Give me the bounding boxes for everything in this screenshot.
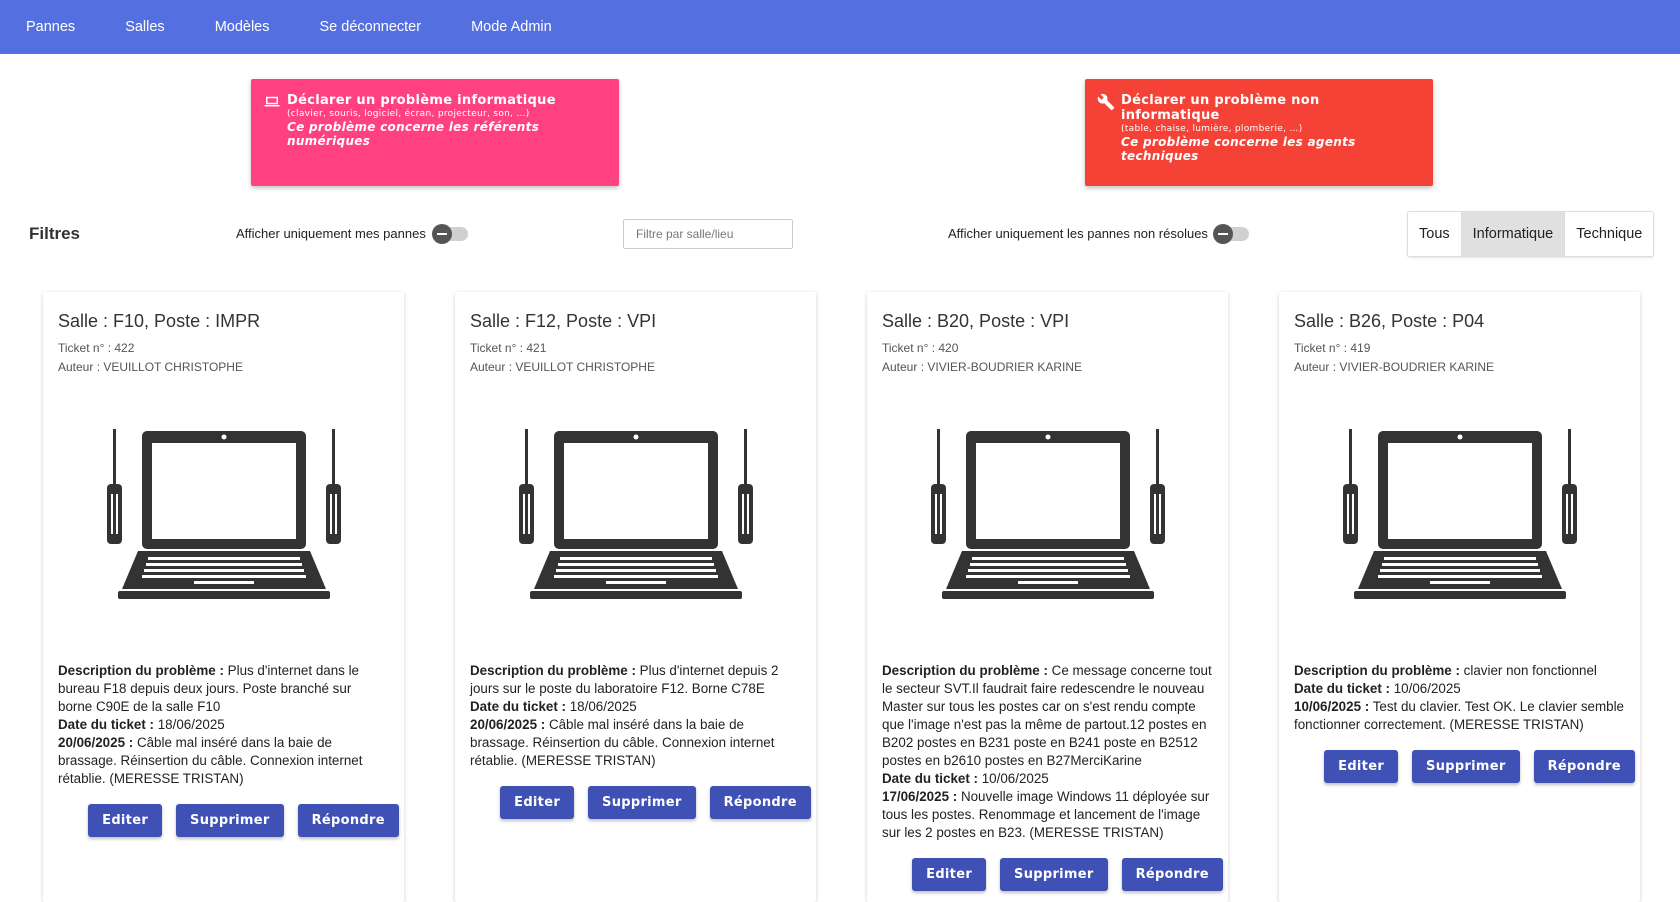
ticket-details: Description du problème : clavier non fo… [1294,662,1625,734]
ticket-meta: Ticket n° : 419 Auteur : VIVIER-BOUDRIER… [1294,339,1625,377]
ticket-author: Auteur : VEUILLOT CHRISTOPHE [58,360,243,374]
ticket-author: Auteur : VIVIER-BOUDRIER KARINE [1294,360,1495,374]
category-technical-button[interactable]: Technique [1565,212,1654,256]
date-label: Date du ticket : [58,717,154,732]
declare-tech-note: Ce problème concerne les agents techniqu… [1121,135,1356,163]
ticket-number: Ticket n° : 419 [1294,341,1371,355]
nav-modeles[interactable]: Modèles [215,19,270,35]
delete-button[interactable]: Supprimer [176,804,284,837]
reply-button[interactable]: Répondre [709,786,811,819]
ticket-actions: Editer Supprimer Répondre [470,786,811,819]
ticket-card: Salle : B26, Poste : P04 Ticket n° : 419… [1279,292,1640,902]
ticket-actions: Editer Supprimer Répondre [58,804,399,837]
ticket-details: Description du problème : Ce message con… [882,662,1213,842]
top-navbar: Pannes Salles Modèles Se déconnecter Mod… [0,0,1680,54]
edit-button[interactable]: Editer [1324,750,1399,783]
ticket-author: Auteur : VEUILLOT CHRISTOPHE [470,360,655,374]
ticket-meta: Ticket n° : 421 Auteur : VEUILLOT CHRIST… [470,339,801,377]
edit-button[interactable]: Editer [912,858,987,891]
ticket-description: Ce message concerne tout le secteur SVT.… [882,663,1212,768]
declare-tech-title: Déclarer un problème non informatique [1121,93,1320,123]
ticket-meta: Ticket n° : 422 Auteur : VEUILLOT CHRIST… [58,339,389,377]
delete-button[interactable]: Supprimer [588,786,696,819]
ticket-card: Salle : F12, Poste : VPI Ticket n° : 421… [455,292,816,902]
ticket-date: 10/06/2025 [981,771,1049,786]
filters-heading: Filtres [29,224,81,243]
ticket-author: Auteur : VIVIER-BOUDRIER KARINE [882,360,1083,374]
ticket-number: Ticket n° : 421 [470,341,547,355]
ticket-actions: Editer Supprimer Répondre [882,858,1223,891]
ticket-title: Salle : F10, Poste : IMPR [58,311,261,331]
ticket-details: Description du problème : Plus d'interne… [470,662,801,770]
delete-button[interactable]: Supprimer [1412,750,1520,783]
ticket-date: 10/06/2025 [1393,681,1461,696]
description-label: Description du problème : [58,663,224,678]
nav-logout[interactable]: Se déconnecter [320,19,422,35]
laptop-repair-icon [1340,429,1580,609]
date-label: Date du ticket : [470,699,566,714]
ticket-date: 18/06/2025 [569,699,637,714]
ticket-meta: Ticket n° : 420 Auteur : VIVIER-BOUDRIER… [882,339,1213,377]
category-filter-group: Tous Informatique Technique [1407,211,1655,257]
delete-button[interactable]: Supprimer [1000,858,1108,891]
toggle-knob [432,224,452,244]
reply-date: 20/06/2025 : [470,717,546,732]
ticket-title: Salle : B20, Poste : VPI [882,311,1070,331]
ticket-description: clavier non fonctionnel [1463,663,1597,678]
unresolved-label: Afficher uniquement les pannes non résol… [948,226,1208,241]
nav-admin-mode[interactable]: Mode Admin [471,19,552,35]
ticket-title: Salle : F12, Poste : VPI [470,311,657,331]
reply-button[interactable]: Répondre [1121,858,1223,891]
declare-tech-subtitle: (table, chaise, lumière, plomberie, …) [1121,124,1303,134]
date-label: Date du ticket : [882,771,978,786]
declare-it-note: Ce problème concerne les référents numér… [287,120,540,148]
category-it-button[interactable]: Informatique [1461,212,1566,256]
laptop-repair-icon [104,429,344,609]
toggle-knob [1213,224,1233,244]
declare-it-problem-button[interactable]: Déclarer un problème informatique (clavi… [251,79,619,186]
declare-it-title: Déclarer un problème informatique [287,93,556,108]
nav-salles[interactable]: Salles [125,19,165,35]
reply-date: 20/06/2025 : [58,735,134,750]
my-issues-label: Afficher uniquement mes pannes [236,226,426,241]
description-label: Description du problème : [470,663,636,678]
nav-pannes[interactable]: Pannes [26,19,75,35]
location-filter-input[interactable] [623,219,793,249]
declare-it-subtitle: (clavier, souris, logiciel, écran, proje… [287,109,530,119]
ticket-card: Salle : B20, Poste : VPI Ticket n° : 420… [867,292,1228,902]
date-label: Date du ticket : [1294,681,1390,696]
laptop-repair-icon [928,429,1168,609]
edit-button[interactable]: Editer [88,804,163,837]
edit-button[interactable]: Editer [500,786,575,819]
category-all-button[interactable]: Tous [1408,212,1462,256]
ticket-number: Ticket n° : 422 [58,341,135,355]
description-label: Description du problème : [1294,663,1460,678]
ticket-number: Ticket n° : 420 [882,341,959,355]
unresolved-toggle[interactable] [1213,224,1249,244]
reply-date: 17/06/2025 : [882,789,958,804]
ticket-title: Salle : B26, Poste : P04 [1294,311,1485,331]
ticket-actions: Editer Supprimer Répondre [1294,750,1635,783]
ticket-card: Salle : F10, Poste : IMPR Ticket n° : 42… [43,292,404,902]
my-issues-toggle[interactable] [432,224,468,244]
ticket-date: 18/06/2025 [157,717,225,732]
ticket-details: Description du problème : Plus d'interne… [58,662,389,788]
declare-tech-problem-button[interactable]: Déclarer un problème non informatique (t… [1085,79,1433,186]
reply-button[interactable]: Répondre [297,804,399,837]
description-label: Description du problème : [882,663,1048,678]
reply-button[interactable]: Répondre [1533,750,1635,783]
reply-date: 10/06/2025 : [1294,699,1370,714]
laptop-icon [264,96,280,107]
wrench-icon [1097,93,1115,111]
laptop-repair-icon [516,429,756,609]
